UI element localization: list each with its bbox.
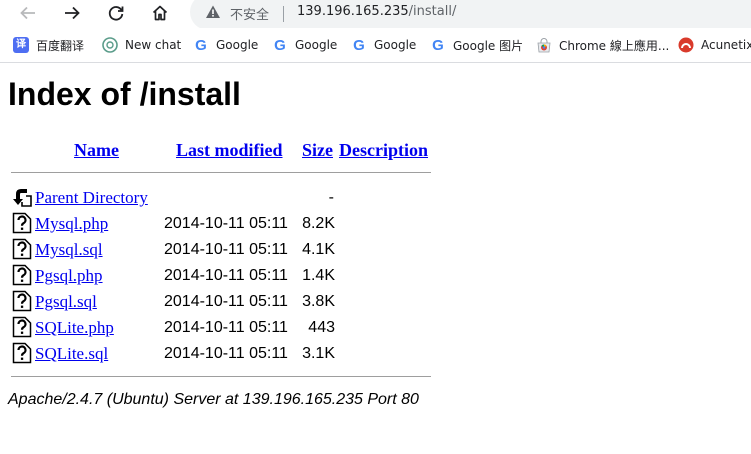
address-bar[interactable]: 不安全 139.196.165.235/install/ bbox=[190, 0, 751, 30]
arrow-left-icon bbox=[20, 6, 35, 20]
back-button[interactable] bbox=[13, 0, 43, 26]
bookmark-google-1[interactable]: G Google bbox=[193, 36, 258, 54]
file-size: - bbox=[328, 189, 334, 206]
parent-directory-link[interactable]: Parent Directory bbox=[35, 188, 148, 208]
table-row: Pgsql.php 2014-10-11 05:11 1.4K bbox=[0, 264, 751, 288]
file-size: 4.1K bbox=[302, 241, 335, 258]
google-icon: G bbox=[274, 36, 286, 54]
file-link[interactable]: SQLite.sql bbox=[35, 344, 108, 364]
reload-button[interactable] bbox=[101, 0, 131, 26]
url-host: 139.196.165.235 bbox=[297, 4, 409, 19]
table-row: SQLite.sql 2014-10-11 05:11 3.1K bbox=[0, 342, 751, 366]
chrome-web-store-icon bbox=[536, 37, 552, 53]
openai-icon bbox=[102, 37, 118, 53]
back-folder-icon bbox=[13, 189, 32, 207]
unknown-file-icon bbox=[12, 316, 32, 338]
bookmark-baidu-translate[interactable]: 译 百度翻译 bbox=[13, 36, 84, 54]
address-divider bbox=[283, 6, 284, 22]
column-header-name[interactable]: Name bbox=[74, 139, 119, 161]
file-size: 3.8K bbox=[302, 293, 335, 310]
bookmark-google-2[interactable]: G Google bbox=[272, 36, 337, 54]
table-row: Mysql.sql 2014-10-11 05:11 4.1K bbox=[0, 238, 751, 262]
home-icon bbox=[152, 5, 168, 21]
file-link[interactable]: SQLite.php bbox=[35, 318, 114, 338]
bookmark-label: New chat bbox=[125, 38, 182, 52]
file-modified: 2014-10-11 05:11 bbox=[164, 345, 288, 362]
bookmark-label: Google bbox=[374, 38, 417, 52]
google-icon: G bbox=[353, 36, 365, 54]
reload-icon bbox=[108, 6, 124, 21]
page-title: Index of /install bbox=[8, 76, 241, 112]
file-size: 443 bbox=[308, 319, 335, 336]
bookmark-label: Google bbox=[216, 38, 259, 52]
bookmark-label: Acunetix bbox=[701, 38, 751, 52]
google-icon: G bbox=[432, 36, 444, 54]
file-link[interactable]: Pgsql.sql bbox=[35, 292, 97, 312]
bookmark-google-images[interactable]: G Google 图片 bbox=[430, 36, 523, 54]
browser-toolbar: 不安全 139.196.165.235/install/ bbox=[0, 0, 751, 30]
file-size: 1.4K bbox=[302, 267, 335, 284]
file-modified: 2014-10-11 05:11 bbox=[164, 319, 288, 336]
home-button[interactable] bbox=[145, 0, 175, 26]
google-icon: G bbox=[195, 36, 207, 54]
file-link[interactable]: Mysql.sql bbox=[35, 240, 103, 260]
forward-button[interactable] bbox=[57, 0, 87, 26]
baidu-translate-icon: 译 bbox=[13, 37, 29, 53]
unknown-file-icon bbox=[12, 238, 32, 260]
column-header-size[interactable]: Size bbox=[302, 139, 333, 161]
unknown-file-icon bbox=[12, 342, 32, 364]
table-row: SQLite.php 2014-10-11 05:11 443 bbox=[0, 316, 751, 340]
arrow-right-icon bbox=[65, 6, 80, 20]
table-row: Parent Directory - bbox=[0, 186, 751, 210]
file-modified: 2014-10-11 05:11 bbox=[164, 215, 288, 232]
file-link[interactable]: Mysql.php bbox=[35, 214, 108, 234]
file-modified: 2014-10-11 05:11 bbox=[164, 267, 288, 284]
bookmark-label: Google bbox=[295, 38, 338, 52]
file-modified: 2014-10-11 05:11 bbox=[164, 293, 288, 310]
url-text[interactable]: 139.196.165.235/install/ bbox=[297, 4, 456, 19]
table-row: Pgsql.sql 2014-10-11 05:11 3.8K bbox=[0, 290, 751, 314]
bookmark-label: Chrome 線上應用... bbox=[559, 38, 670, 53]
file-size: 3.1K bbox=[302, 345, 335, 362]
table-row: Mysql.php 2014-10-11 05:11 8.2K bbox=[0, 212, 751, 236]
file-modified: 2014-10-11 05:11 bbox=[164, 241, 288, 258]
security-status-label[interactable]: 不安全 bbox=[230, 4, 269, 23]
warning-triangle-icon[interactable] bbox=[205, 4, 221, 20]
file-size: 8.2K bbox=[302, 215, 335, 232]
header-divider bbox=[11, 172, 431, 173]
bookmarks-bar: 译 百度翻译 New chat G Google G Google G Goog… bbox=[0, 28, 751, 63]
bookmark-new-chat[interactable]: New chat bbox=[102, 36, 181, 54]
bookmark-label: 百度翻译 bbox=[36, 38, 85, 53]
url-path: /install/ bbox=[408, 4, 457, 19]
column-header-description[interactable]: Description bbox=[339, 139, 428, 161]
acunetix-icon bbox=[678, 37, 694, 53]
file-link[interactable]: Pgsql.php bbox=[35, 266, 103, 286]
column-header-last-modified[interactable]: Last modified bbox=[176, 139, 283, 161]
unknown-file-icon bbox=[12, 290, 32, 312]
unknown-file-icon bbox=[12, 212, 32, 234]
bookmark-google-3[interactable]: G Google bbox=[351, 36, 416, 54]
server-signature: Apache/2.4.7 (Ubuntu) Server at 139.196.… bbox=[8, 391, 419, 408]
bookmark-chrome-web-store[interactable]: Chrome 線上應用... bbox=[536, 36, 669, 54]
bookmark-label: Google 图片 bbox=[453, 38, 524, 53]
footer-divider bbox=[11, 376, 431, 377]
bookmark-acunetix[interactable]: Acunetix bbox=[678, 36, 751, 54]
unknown-file-icon bbox=[12, 264, 32, 286]
